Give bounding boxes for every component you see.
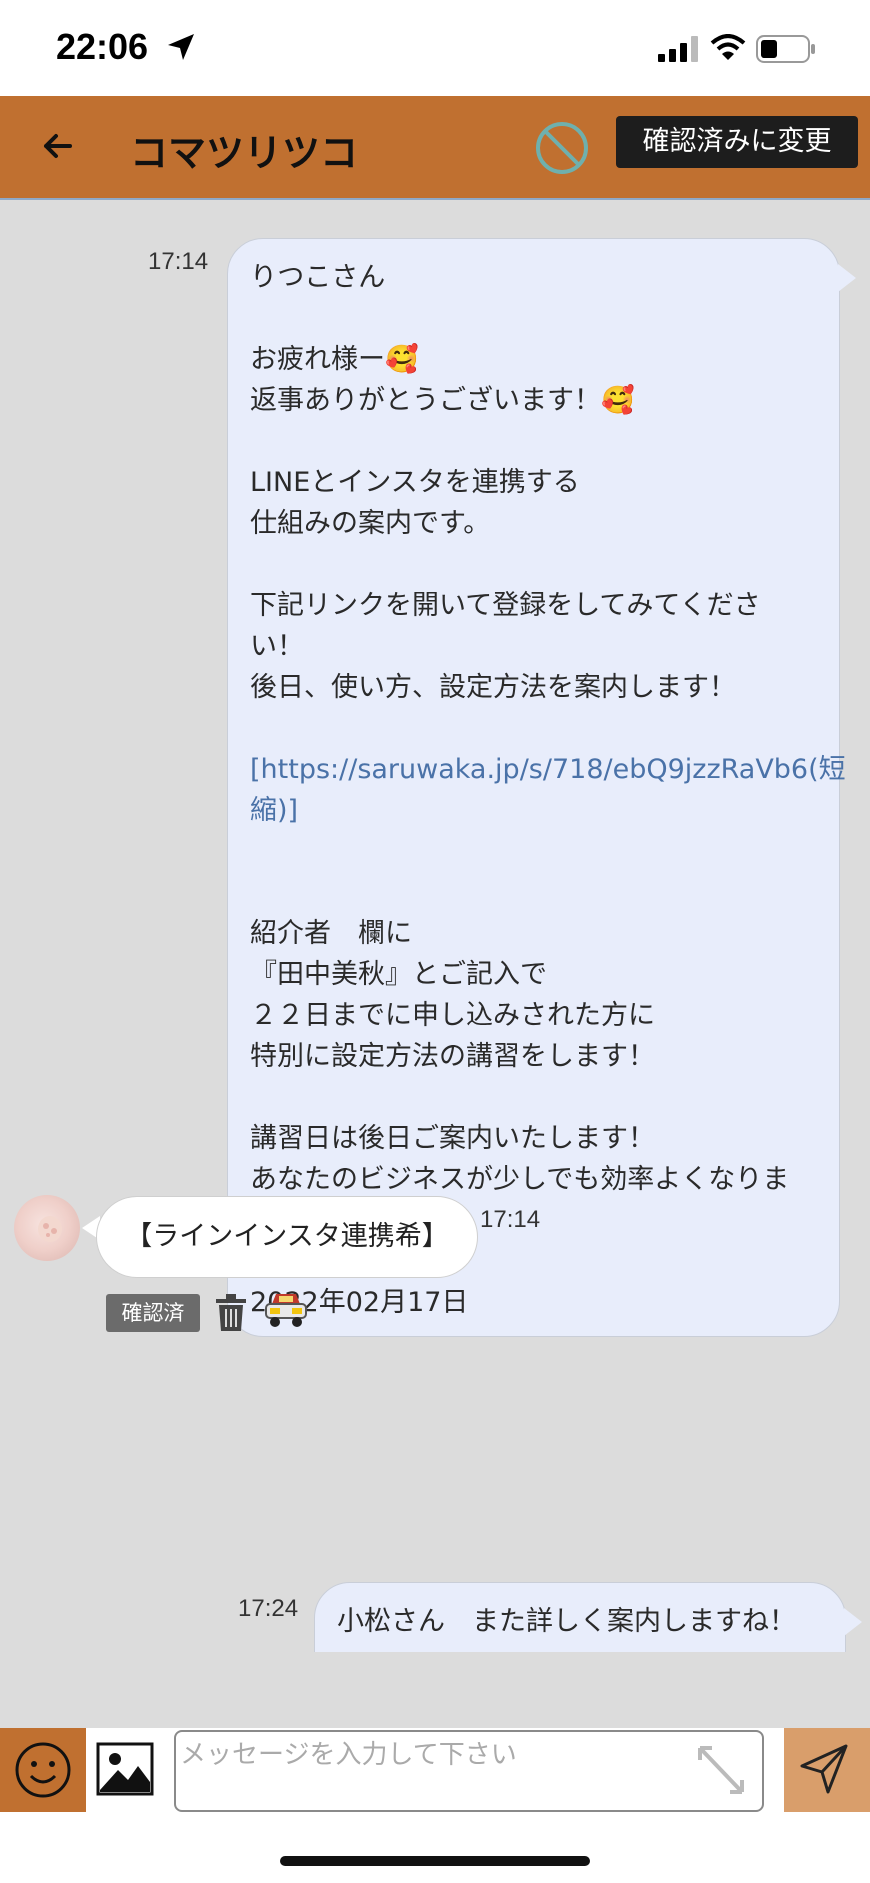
message-time: 17:14	[148, 248, 209, 275]
message-line: 講習日は後日ご案内いたします！	[250, 1123, 655, 1154]
bubble-tail	[844, 1608, 862, 1636]
emoji-button[interactable]	[0, 1728, 86, 1812]
status-time: 22:06	[56, 26, 149, 67]
message-line: 仕組みの案内です。	[250, 508, 491, 539]
confirmed-badge[interactable]: 確認済	[106, 1294, 200, 1332]
message-line: LINEとインスタを連携する	[250, 467, 580, 498]
message-input[interactable]: メッセージを入力して下さい	[174, 1730, 764, 1812]
message-line	[250, 831, 817, 872]
message-line: りつこさん	[250, 262, 386, 293]
message-line: 2022年02月17日	[250, 1287, 469, 1318]
message-line	[250, 1077, 817, 1118]
message-line: 『田中美秋』とご記入で	[250, 959, 547, 990]
send-icon	[800, 1744, 848, 1794]
message-line	[250, 544, 817, 585]
message-link[interactable]: 縮)]	[250, 790, 817, 831]
incoming-message: 【ラインインスタ連携希】	[96, 1196, 478, 1278]
message-time: 17:14	[480, 1206, 541, 1233]
image-icon[interactable]	[96, 1742, 154, 1796]
message-line: あなたのビジネスが少しでも効率よくなりま	[250, 1164, 790, 1195]
smiley-icon	[15, 1742, 71, 1798]
message-line	[250, 872, 817, 913]
message-line	[250, 421, 817, 462]
cellular-signal-icon	[658, 36, 698, 62]
chat-header: コマツリツコ 確認済みに変更	[0, 96, 870, 200]
bottom-safe-area	[0, 1812, 870, 1883]
outgoing-message: 小松さん また詳しく案内しますね！	[314, 1582, 846, 1652]
message-placeholder: メッセージを入力して下さい	[180, 1740, 517, 1770]
report-icon[interactable]	[262, 1290, 310, 1330]
message-line: お疲れ様ー🥰	[250, 344, 419, 375]
wifi-icon	[710, 34, 746, 60]
message-line: 返事ありがとうございます！🥰	[250, 385, 635, 416]
block-icon[interactable]	[534, 120, 590, 176]
status-bar: 22:06	[0, 0, 870, 96]
chat-area[interactable]: 17:14 りつこさんお疲れ様ー🥰 返事ありがとうございます！🥰 LINEとインスタ…	[0, 202, 870, 1652]
outgoing-message: りつこさんお疲れ様ー🥰 返事ありがとうございます！🥰 LINEとインスタを連携する仕…	[227, 238, 846, 1337]
message-line: 紹介者 欄に	[250, 918, 412, 949]
message-line: い！	[250, 631, 304, 662]
message-time: 17:24	[238, 1595, 299, 1622]
message-line: ２２日までに申し込みされた方に	[250, 1000, 655, 1031]
location-arrow-icon	[168, 34, 194, 60]
message-line: 後日、使い方、設定方法を案内します！	[250, 672, 736, 703]
message-line	[250, 298, 817, 339]
send-button[interactable]	[784, 1728, 870, 1812]
expand-icon[interactable]	[694, 1742, 748, 1798]
trash-icon[interactable]	[214, 1293, 248, 1333]
message-line	[250, 708, 817, 749]
avatar[interactable]	[14, 1195, 80, 1261]
contact-name: コマツリツコ	[130, 131, 359, 175]
message-link[interactable]: [https://saruwaka.jp/s/718/ebQ9jzzRaVb6(…	[250, 749, 846, 790]
message-line: 特別に設定方法の講習をします！	[250, 1041, 655, 1072]
bubble-tail	[838, 264, 856, 292]
back-arrow-icon[interactable]	[40, 128, 76, 164]
input-bar: メッセージを入力して下さい	[0, 1728, 870, 1812]
mark-confirmed-button[interactable]: 確認済みに変更	[616, 116, 858, 168]
partial-message-container: 17:24 小松さん また詳しく案内しますね！	[0, 1582, 870, 1652]
battery-icon	[756, 35, 815, 63]
home-indicator[interactable]	[280, 1856, 590, 1866]
message-line: 下記リンクを開いて登録をしてみてくださ	[250, 590, 761, 621]
